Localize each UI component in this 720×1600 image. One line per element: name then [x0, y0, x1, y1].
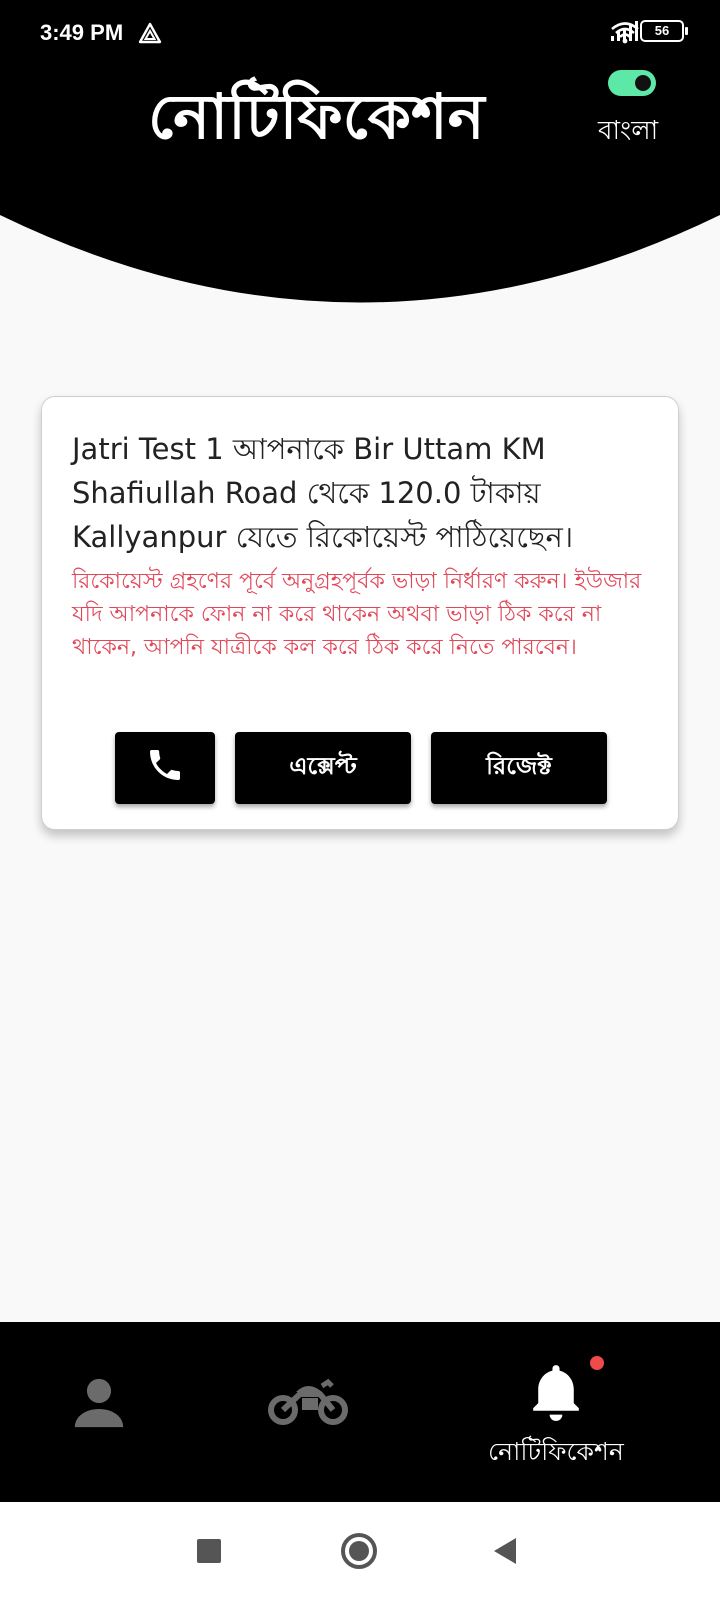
- fare-warning: রিকোয়েস্ট গ্রহণের পূর্বে অনুগ্রহপূর্বক …: [72, 569, 642, 660]
- nav-label-notifications: নোটিফিকেশন: [488, 1437, 624, 1466]
- person-icon: [70, 1374, 128, 1436]
- bell-icon: [525, 1360, 587, 1430]
- nav-item-profile[interactable]: [60, 1322, 150, 1502]
- call-button[interactable]: [115, 732, 215, 804]
- back-button[interactable]: [492, 1536, 518, 1570]
- phone-icon: [145, 745, 185, 791]
- page-title: নোটিফিকেশন: [148, 80, 485, 153]
- header: 3:49 PM 56 নোটিফিকেশন বাংলা: [0, 0, 720, 310]
- status-bar: 3:49 PM 56: [0, 0, 720, 70]
- system-navigation-bar: [0, 1502, 720, 1600]
- bottom-navigation: নোটিফিকেশন: [0, 1322, 720, 1502]
- notification-badge-dot: [590, 1356, 604, 1370]
- language-label: বাংলা: [598, 116, 659, 146]
- motorbike-icon: [266, 1372, 350, 1436]
- recents-button[interactable]: [196, 1538, 222, 1568]
- battery-icon: 56: [640, 20, 688, 42]
- nav-item-notifications[interactable]: নোটিফিকেশন: [480, 1322, 650, 1502]
- language-toggle[interactable]: [608, 70, 656, 96]
- home-button[interactable]: [340, 1532, 378, 1574]
- ride-request-card: Jatri Test 1 আপনাকে Bir Uttam KM Shafiul…: [41, 396, 679, 830]
- request-message: Jatri Test 1 আপনাকে Bir Uttam KM Shafiul…: [72, 432, 574, 554]
- status-time: 3:49 PM: [40, 20, 124, 45]
- toggle-knob: [635, 75, 651, 91]
- nav-item-rides[interactable]: [260, 1322, 360, 1502]
- reject-button[interactable]: রিজেক্ট: [431, 732, 607, 804]
- accept-button[interactable]: এক্সেপ্ট: [235, 732, 411, 804]
